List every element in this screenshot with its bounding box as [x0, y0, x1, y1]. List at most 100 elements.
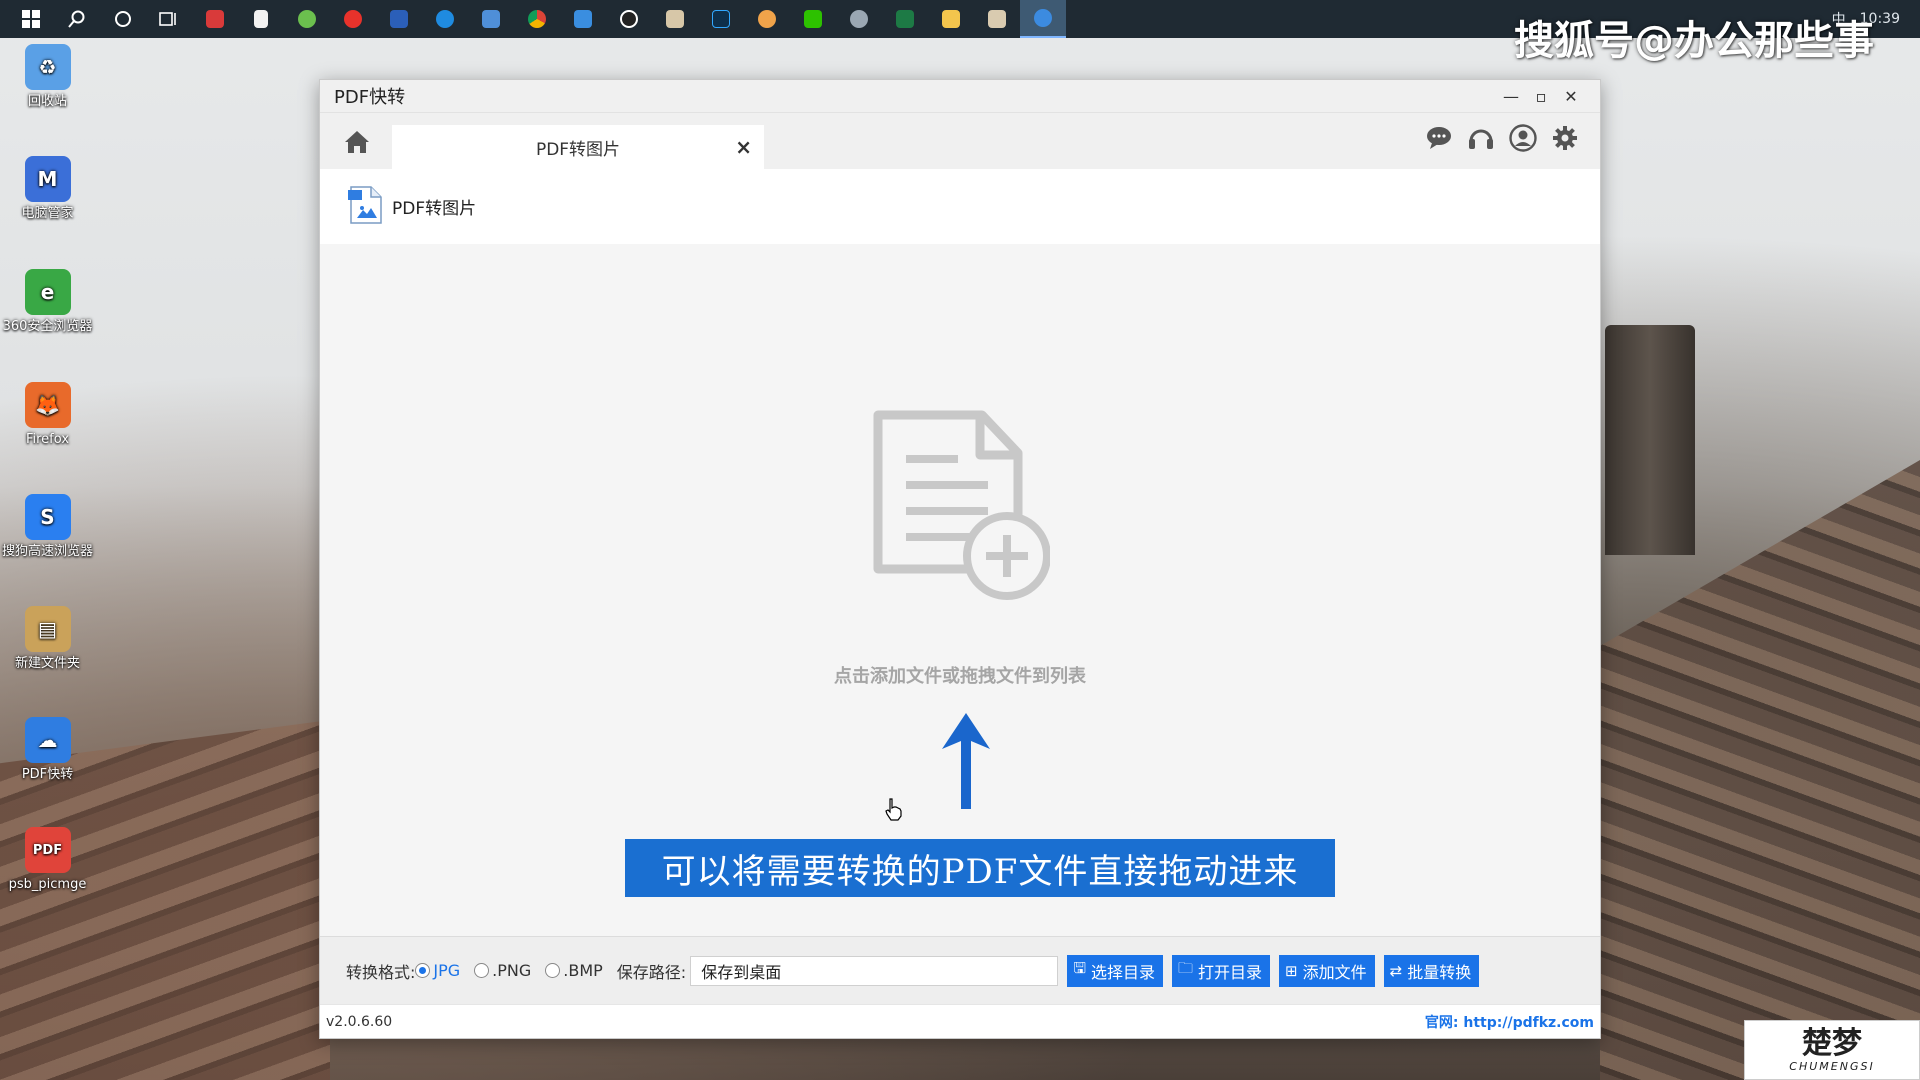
word-icon[interactable]: [376, 0, 422, 38]
site-label: 官网:: [1424, 1014, 1459, 1031]
desktop-app-icon: M: [24, 156, 71, 202]
brand-logo-main: 楚梦: [1802, 1025, 1862, 1061]
radio-dot[interactable]: [474, 963, 490, 978]
top-tools: [1424, 123, 1580, 153]
desktop-app-icon: e: [24, 269, 71, 315]
brand-logo: 楚梦 CHUMENGSI: [1744, 1020, 1920, 1080]
format-option-label: .PNG: [492, 961, 532, 980]
plus-box-icon: ⊞: [1285, 961, 1298, 980]
version-text: v2.0.6.60: [326, 1013, 393, 1030]
desktop-icon[interactable]: S 搜狗高速浏览器: [0, 494, 95, 559]
desktop-icon[interactable]: e 360安全浏览器: [0, 269, 95, 334]
desktop-app-icon: ♻: [24, 44, 71, 90]
feature-header: PDF转图片: [320, 169, 1600, 244]
app-window: PDF快转 — ▫ ✕ PDF转图片 × PDF转图片 点击添加文件或拖拽文件到…: [319, 79, 1601, 1039]
desktop-icon[interactable]: M 电脑管家: [0, 156, 95, 221]
select-dir-label: 选择目录: [1090, 962, 1155, 982]
site-link[interactable]: http://pdfkz.com: [1463, 1015, 1594, 1031]
qq-icon[interactable]: [606, 0, 652, 38]
app-window-icon[interactable]: [652, 0, 698, 38]
batch-convert-button[interactable]: ⇄ 批量转换: [1383, 954, 1480, 987]
select-dir-button[interactable]: 🖫 选择目录: [1067, 954, 1163, 987]
format-radio-png[interactable]: .PNG: [474, 961, 531, 980]
app-blue-icon[interactable]: [468, 0, 514, 38]
windows-icon[interactable]: [8, 0, 54, 38]
add-file-button[interactable]: ⊞ 添加文件: [1279, 954, 1375, 987]
desktop-app-icon: S: [24, 494, 71, 540]
pdf-image-icon: [348, 185, 382, 228]
open-dir-button[interactable]: 🗀 打开目录: [1172, 954, 1271, 987]
desktop-icon-label: 新建文件夹: [14, 656, 80, 671]
hand-cursor-icon: [884, 797, 904, 825]
minimize-icon[interactable]: —: [1496, 87, 1526, 106]
desktop-icon[interactable]: 🦊 Firefox: [0, 382, 95, 447]
desktop-app-icon: ☁: [24, 717, 71, 763]
wechat-icon[interactable]: [790, 0, 836, 38]
add-file-label: 添加文件: [1302, 962, 1367, 982]
app-cloud-icon[interactable]: [560, 0, 606, 38]
headset-icon[interactable]: [1466, 123, 1496, 153]
desktop-app-icon: ▤: [24, 606, 71, 652]
tab-pdf-to-image[interactable]: PDF转图片 ×: [392, 125, 764, 169]
add-document-icon[interactable]: [870, 409, 1051, 608]
window-titlebar[interactable]: PDF快转 — ▫ ✕: [320, 80, 1600, 113]
chimney-scenery: [1605, 325, 1695, 555]
drop-hint-text: 点击添加文件或拖拽文件到列表: [834, 666, 1086, 687]
folder-open-icon: 🗀: [1178, 959, 1194, 977]
desktop-icon-label: psb_picmge: [8, 877, 87, 892]
tab-label: PDF转图片: [535, 139, 621, 160]
pdfkz-taskbar-icon[interactable]: [1020, 0, 1066, 38]
home-icon[interactable]: [334, 119, 380, 165]
radio-dot[interactable]: [545, 963, 561, 978]
chat-icon[interactable]: [1424, 123, 1454, 153]
desktop-icon[interactable]: ☁ PDF快转: [0, 717, 95, 782]
convert-icon: ⇄: [1389, 961, 1403, 980]
search-icon[interactable]: [54, 0, 100, 38]
app-red-icon[interactable]: [192, 0, 238, 38]
feature-title: PDF转图片: [392, 199, 477, 219]
up-arrow-icon: [938, 711, 994, 815]
chrome-icon[interactable]: [514, 0, 560, 38]
app-face-icon[interactable]: [744, 0, 790, 38]
format-label: 转换格式:: [346, 962, 416, 982]
desktop-icon[interactable]: ♻ 回收站: [0, 44, 95, 109]
photoshop-icon[interactable]: [698, 0, 744, 38]
file-icon[interactable]: [238, 0, 284, 38]
status-bar: v2.0.6.60 官网: http://pdfkz.com: [320, 1004, 1600, 1038]
app-weibo-icon[interactable]: [330, 0, 376, 38]
radio-dot[interactable]: [415, 963, 431, 978]
tab-close-icon[interactable]: ×: [735, 135, 752, 159]
desktop-icon[interactable]: PDF psb_picmge: [0, 827, 95, 892]
desktop-icon-label: PDF快转: [21, 767, 74, 782]
app-green-icon[interactable]: [284, 0, 330, 38]
format-radio-bmp[interactable]: .BMP: [545, 961, 603, 980]
desktop-app-icon: PDF: [24, 827, 71, 873]
open-dir-label: 打开目录: [1198, 962, 1263, 982]
maximize-icon[interactable]: ▫: [1526, 87, 1556, 106]
file-drop-zone[interactable]: 点击添加文件或拖拽文件到列表 可以将需要转换的PDF文件直接拖动进来: [320, 244, 1600, 936]
folder-icon[interactable]: [928, 0, 974, 38]
desktop-icon[interactable]: ▤ 新建文件夹: [0, 606, 95, 671]
settings-gear-icon[interactable]: [1550, 123, 1580, 153]
close-window-icon[interactable]: ✕: [1556, 87, 1586, 106]
app-globe-icon[interactable]: [836, 0, 882, 38]
task-view-icon[interactable]: [146, 0, 192, 38]
format-option-label: .BMP: [563, 961, 603, 980]
format-option-label: JPG: [433, 961, 461, 980]
brand-logo-sub: CHUMENGSI: [1789, 1059, 1875, 1073]
app-box-icon[interactable]: [974, 0, 1020, 38]
user-account-icon[interactable]: [1508, 123, 1538, 153]
batch-convert-label: 批量转换: [1407, 962, 1472, 982]
desktop-icon-label: 搜狗高速浏览器: [1, 544, 93, 559]
save-path-input[interactable]: [690, 955, 1059, 986]
watermark: 搜狐号@办公那些事: [1514, 18, 1874, 64]
instruction-caption: 可以将需要转换的PDF文件直接拖动进来: [625, 839, 1335, 897]
excel-icon[interactable]: [882, 0, 928, 38]
edge-icon[interactable]: [422, 0, 468, 38]
window-title: PDF快转: [334, 87, 406, 108]
cortana-icon[interactable]: [100, 0, 146, 38]
format-radio-jpg[interactable]: JPG: [415, 961, 460, 980]
save-disk-icon: 🖫: [1073, 959, 1086, 977]
desktop-icon-label: 360安全浏览器: [2, 319, 93, 334]
official-site[interactable]: 官网: http://pdfkz.com: [1425, 1012, 1594, 1032]
